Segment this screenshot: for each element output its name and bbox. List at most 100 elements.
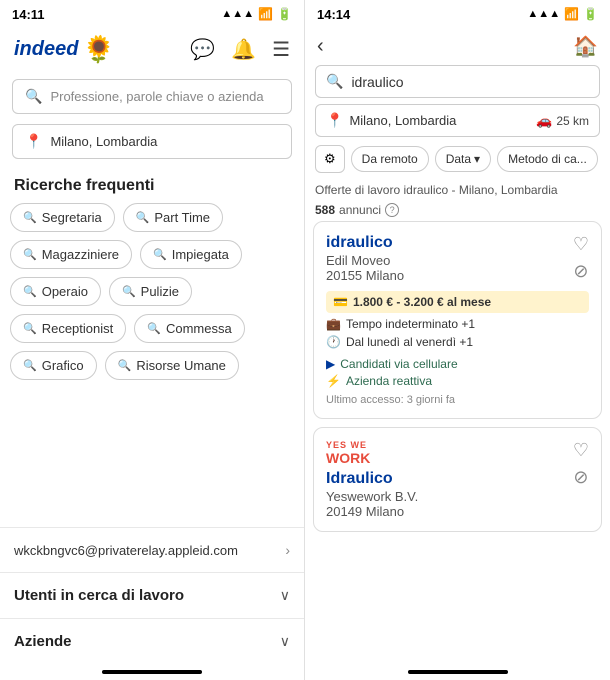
location-text-right: Milano, Lombardia [349,113,456,128]
chip-search-icon-8: 🔍 [23,359,37,372]
chip-label-7: Commessa [166,321,232,336]
results-prefix: Offerte di lavoro idraulico - Milano, Lo… [315,183,558,197]
extra-text-reactive: Azienda reattiva [346,374,432,388]
chip-part-time[interactable]: 🔍 Part Time [123,203,223,232]
back-arrow-icon[interactable]: ‹ [317,35,324,58]
chip-receptionist[interactable]: 🔍 Receptionist [10,314,126,343]
chip-risorse-umane[interactable]: 🔍 Risorse Umane [105,351,239,380]
car-icon: 🚗 [536,113,552,129]
hours-badge-0: 🕐 Dal lunedì al venerdì +1 [326,335,589,349]
chip-search-icon-0: 🔍 [23,211,37,224]
salary-text-0: 1.800 € - 3.200 € al mese [353,295,491,309]
job-title-1: Idraulico [326,470,418,488]
jobs-list: idraulico Edil Moveo 20155 Milano ♡ ⊘ 💳 … [305,221,610,664]
chip-segretaria[interactable]: 🔍 Segretaria [10,203,115,232]
accordion-label-0: Utenti in cerca di lavoro [14,587,184,604]
chip-commessa[interactable]: 🔍 Commessa [134,314,244,343]
chip-search-icon-3: 🔍 [153,248,167,261]
search-icon-left: 🔍 [25,88,42,105]
chip-magazziniere[interactable]: 🔍 Magazziniere [10,240,132,269]
extra-text-mobile: Candidati via cellulare [340,357,457,371]
results-count-row: 588 annunci ? [305,203,610,221]
yeswe-top: YES WE [326,440,418,450]
account-row[interactable]: wkckbngvc6@privaterelay.appleid.com › [0,527,304,572]
accordion-label-1: Aziende [14,633,72,650]
accordion-aziende[interactable]: Aziende ∨ [0,618,304,664]
save-job-btn-1[interactable]: ♡ [573,440,589,461]
card-actions-0: ♡ ⊘ [573,234,589,282]
filter-method-label: Metodo di ca... [508,152,587,166]
chip-search-icon-6: 🔍 [23,322,37,335]
extra-icon-reactive: ⚡ [326,374,341,388]
indeed-wordmark: indeed [14,38,78,61]
location-pin-right: 📍 [326,112,343,129]
chip-label-8: Grafico [42,358,84,373]
search-row-right[interactable]: 🔍 idraulico [315,65,600,98]
chip-search-icon-4: 🔍 [23,285,37,298]
filter-settings-btn[interactable]: ⚙ [315,145,345,173]
block-job-btn-1[interactable]: ⊘ [573,467,589,488]
chip-grafico[interactable]: 🔍 Grafico [10,351,97,380]
chip-search-icon-1: 🔍 [136,211,150,224]
location-text-left: Milano, Lombardia [50,134,157,149]
contract-icon-0: 💼 [326,317,341,331]
hours-icon-0: 🕐 [326,335,341,349]
signal-icon: ▲▲▲ [221,8,254,20]
chip-search-icon-5: 🔍 [122,285,136,298]
job-extras-0: ▶ Candidati via cellulare ⚡ Azienda reat… [326,357,589,388]
salary-badge-0: 💳 1.800 € - 3.200 € al mese [326,291,589,313]
job-card-0[interactable]: idraulico Edil Moveo 20155 Milano ♡ ⊘ 💳 … [313,221,602,419]
save-job-btn-0[interactable]: ♡ [573,234,589,255]
menu-icon[interactable]: ☰ [272,37,290,62]
chip-label-1: Part Time [154,210,210,225]
chip-impiegata[interactable]: 🔍 Impiegata [140,240,242,269]
distance-info: 🚗 25 km [536,113,589,129]
filter-remote-label: Da remoto [362,152,418,166]
job-info-0: idraulico Edil Moveo 20155 Milano [326,234,404,283]
job-card-header-1: YES WE WORK Idraulico Yeswework B.V. 201… [326,440,589,519]
home-indicator-left [102,670,202,674]
info-icon[interactable]: ? [385,203,399,217]
filter-method-btn[interactable]: Metodo di ca... [497,146,598,172]
hours-text-0: Dal lunedì al venerdì +1 [346,335,473,349]
messages-icon[interactable]: 💬 [190,37,215,62]
home-icon[interactable]: 🏠 [573,34,598,59]
wifi-icon-right: 📶 [564,7,579,21]
battery-icon-right: 🔋 [583,7,598,21]
status-icons-left: ▲▲▲ 📶 🔋 [221,7,292,21]
chevron-down-icon-0: ∨ [280,587,290,604]
chip-pulizie[interactable]: 🔍 Pulizie [109,277,192,306]
block-job-btn-0[interactable]: ⊘ [573,261,589,282]
notifications-icon[interactable]: 🔔 [231,37,256,62]
top-nav-left: indeed 🌻 💬 🔔 ☰ [0,28,304,73]
job-location-1: 20149 Milano [326,504,418,519]
chip-operaio[interactable]: 🔍 Operaio [10,277,101,306]
chip-label-5: Pulizie [141,284,179,299]
filter-date-btn[interactable]: Data ▾ [435,146,491,172]
left-panel: 14:11 ▲▲▲ 📶 🔋 indeed 🌻 💬 🔔 ☰ 🔍 Professio… [0,0,305,680]
job-company-1: Yeswework B.V. [326,489,418,504]
search-box-left[interactable]: 🔍 Professione, parole chiave o azienda [12,79,292,114]
contract-text-0: Tempo indeterminato +1 [346,317,475,331]
job-card-1[interactable]: YES WE WORK Idraulico Yeswework B.V. 201… [313,427,602,532]
wifi-icon: 📶 [258,7,273,21]
battery-icon: 🔋 [277,7,292,21]
filter-date-arrow: ▾ [474,152,480,166]
frequent-title: Ricerche frequenti [0,167,304,203]
filter-remote-btn[interactable]: Da remoto [351,146,429,172]
job-badges-0: 💳 1.800 € - 3.200 € al mese 💼 Tempo inde… [326,291,589,349]
chip-label-4: Operaio [42,284,88,299]
chevron-right-icon: › [285,542,290,558]
chip-label-3: Impiegata [172,247,229,262]
search-query: idraulico [351,74,403,90]
right-top-nav: ‹ 🏠 [305,28,610,65]
status-bar-right: 14:14 ▲▲▲ 📶 🔋 [305,0,610,28]
job-location-0: 20155 Milano [326,268,404,283]
accordion-utenti[interactable]: Utenti in cerca di lavoro ∨ [0,572,304,618]
chip-label-2: Magazziniere [42,247,119,262]
account-email: wkckbngvc6@privaterelay.appleid.com [14,543,238,558]
location-row-right[interactable]: 📍 Milano, Lombardia 🚗 25 km [315,104,600,137]
home-indicator-right [408,670,508,674]
chip-label-0: Segretaria [42,210,102,225]
location-box-left[interactable]: 📍 Milano, Lombardia [12,124,292,159]
